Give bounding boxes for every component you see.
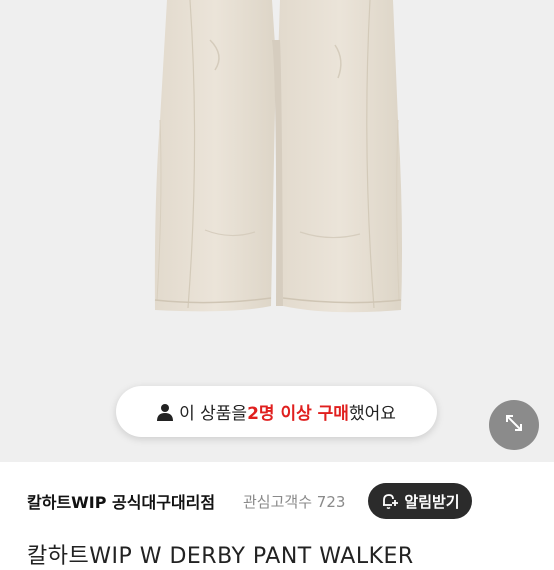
followers-label: 관심고객수: [243, 493, 313, 511]
notice-highlight: 2명 이상 구매: [247, 404, 349, 424]
expand-image-button[interactable]: [489, 400, 539, 450]
notify-button[interactable]: 알림받기: [368, 483, 472, 519]
followers-value: 723: [316, 493, 346, 511]
person-icon: [157, 403, 174, 421]
bell-plus-icon: [380, 491, 400, 511]
notice-suffix: 했어요: [348, 404, 396, 424]
product-title: 칼하트WIP W DERBY PANT WALKER: [27, 544, 414, 569]
purchase-count-notice: 이 상품을 2명 이상 구매 했어요: [116, 386, 437, 437]
followers-count: 관심고객수 723: [243, 491, 345, 512]
notice-prefix: 이 상품을: [179, 404, 248, 424]
notify-label: 알림받기: [404, 492, 460, 511]
expand-arrows-icon: [502, 411, 526, 439]
store-name[interactable]: 칼하트WIP 공식대구대리점: [27, 489, 215, 513]
